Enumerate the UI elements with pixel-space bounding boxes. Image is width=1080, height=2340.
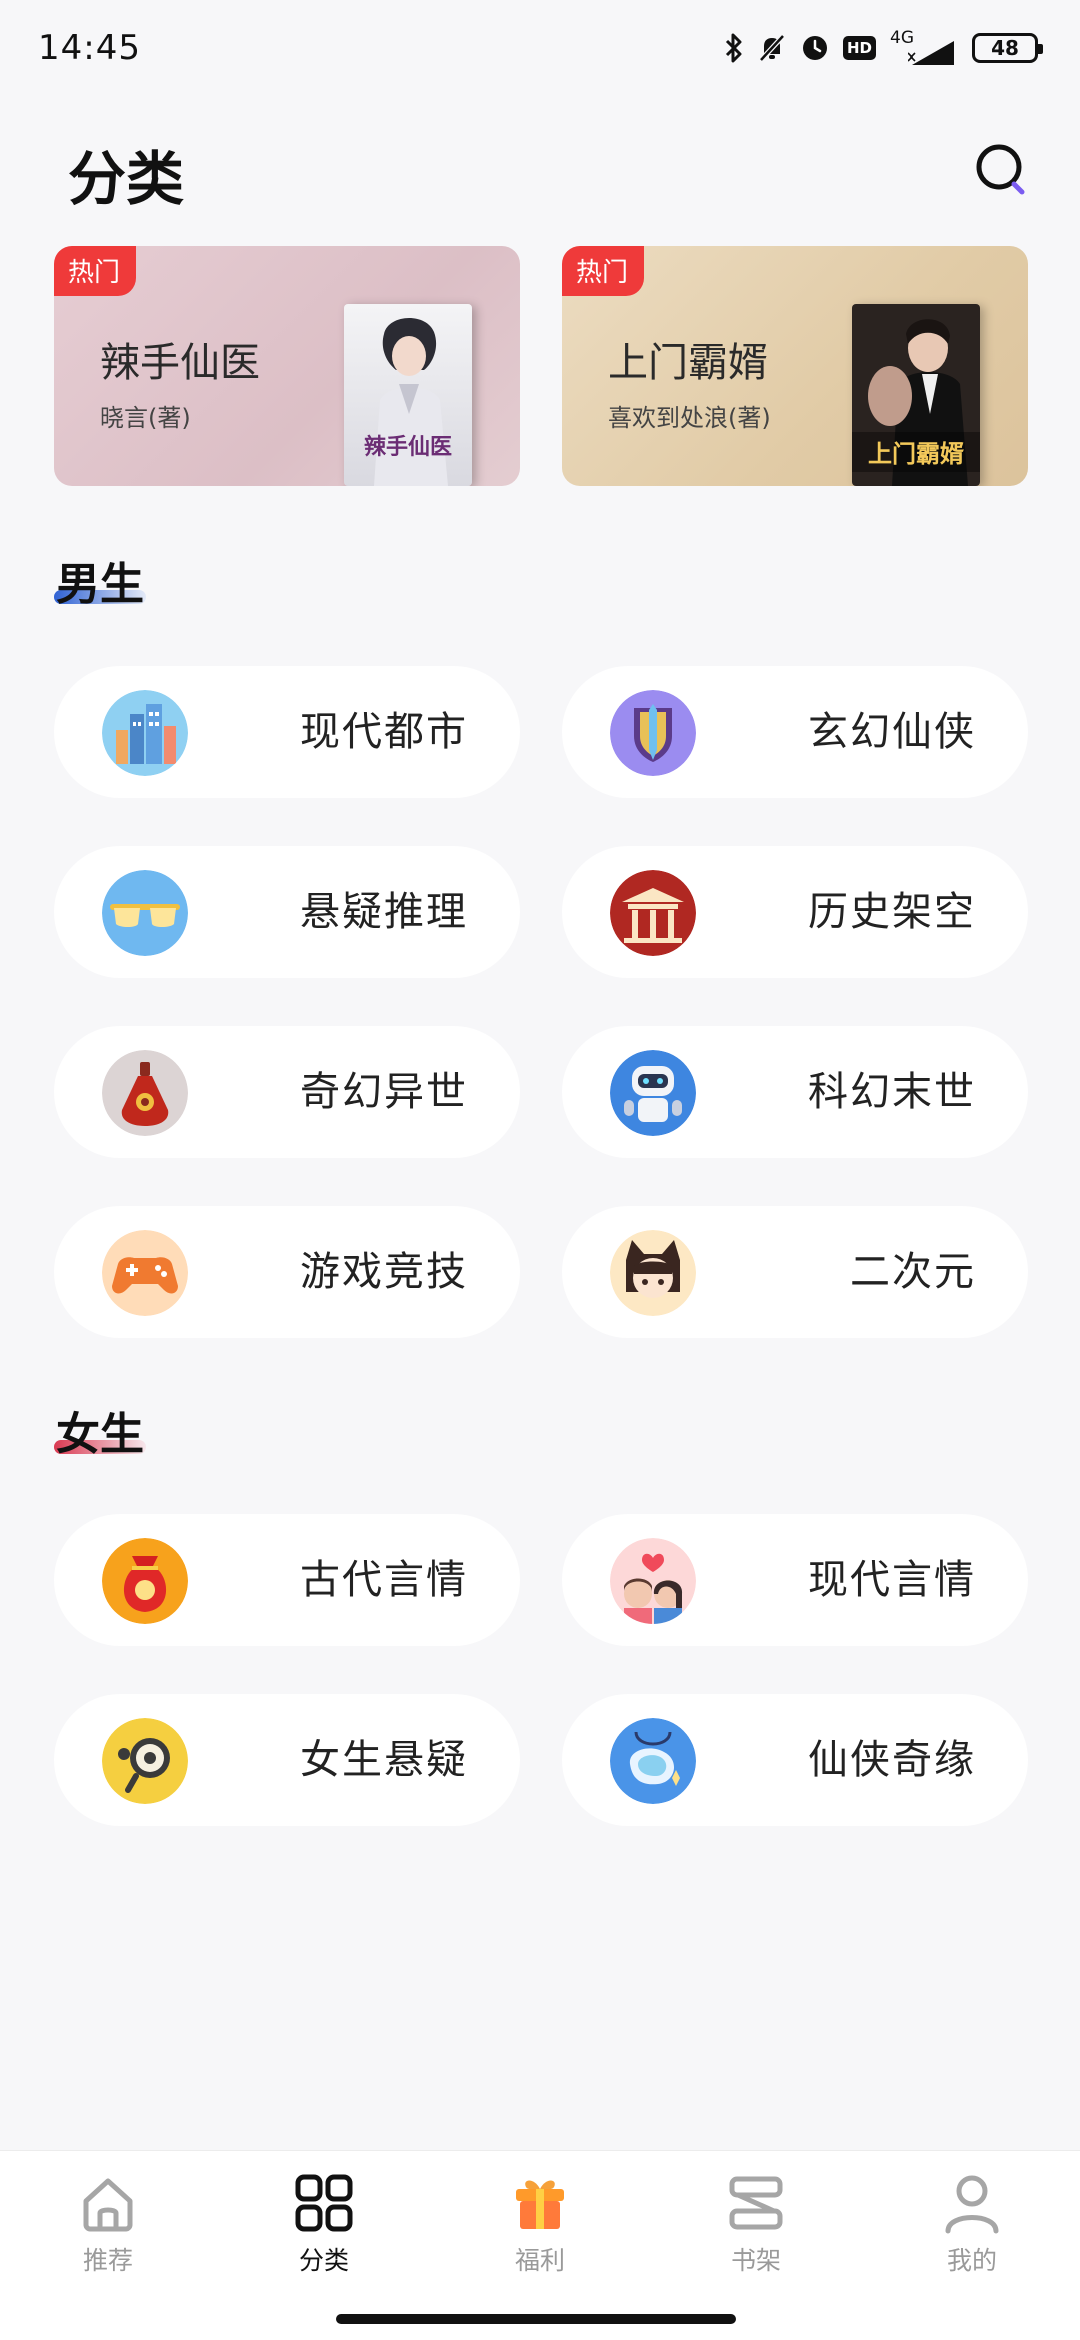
book-cover: 辣手仙医 [344,304,472,486]
bookshelf-icon [729,2176,783,2230]
category-female-mystery[interactable]: 女生悬疑 [54,1694,520,1826]
category-label: 现代都市 [300,709,468,755]
nav-label: 分类 [298,2246,349,2275]
category-label: 二次元 [850,1249,976,1295]
category-label: 古代言情 [300,1557,468,1603]
gamepad-icon [102,1230,188,1316]
nav-label: 福利 [514,2246,565,2275]
battery-indicator: 48 [972,33,1043,63]
home-indicator[interactable] [336,2314,736,2324]
cover-title: 上门霸婿 [868,439,964,468]
signal-indicator: 4G [890,29,958,67]
city-icon [102,690,188,776]
banner-book-author: 喜欢到处浪(著) [608,404,771,432]
category-gaming[interactable]: 游戏竞技 [54,1206,520,1338]
category-anime[interactable]: 二次元 [562,1206,1028,1338]
category-fantasy[interactable]: 奇幻异世 [54,1026,520,1158]
section-title-female: 女生 [56,1409,144,1460]
category-label: 游戏竞技 [300,1249,468,1295]
search-icon[interactable] [972,140,1032,200]
lucky-bag-icon [102,1538,188,1624]
page-title: 分类 [68,145,185,213]
banner-book-title: 上门霸婿 [608,340,768,386]
category-label: 历史架空 [808,889,976,935]
hot-banner-2[interactable]: 热门 上门霸婿 喜欢到处浪(著) 上门霸婿 [562,246,1028,486]
category-modern-city[interactable]: 现代都市 [54,666,520,798]
category-modern-romance[interactable]: 现代言情 [562,1514,1028,1646]
category-mystery[interactable]: 悬疑推理 [54,846,520,978]
hd-badge: HD [842,36,876,60]
anime-girl-icon [610,1230,696,1316]
signal-icon [908,40,954,65]
banner-book-title: 辣手仙医 [100,340,260,386]
robot-icon [610,1050,696,1136]
user-icon [945,2175,999,2234]
nav-tab-welfare[interactable]: 福利 [450,2171,630,2291]
mute-bell-icon [759,34,785,62]
nav-tab-mine[interactable]: 我的 [882,2171,1062,2291]
bluetooth-icon [725,33,742,63]
grid-icon [295,2174,353,2232]
category-label: 科幻末世 [808,1069,976,1115]
alarm-icon [802,36,827,60]
hot-banner-1[interactable]: 热门 辣手仙医 晓言(著) 辣手仙医 [54,246,520,486]
hot-tag: 热门 [54,246,137,296]
nav-label: 推荐 [82,2246,133,2275]
nav-label: 书架 [730,2246,781,2275]
category-xianxia-romance[interactable]: 仙侠奇缘 [562,1694,1028,1826]
home-icon [83,2178,133,2232]
nav-tab-bookshelf[interactable]: 书架 [666,2171,846,2291]
jade-pendant-icon [610,1718,696,1804]
palace-icon [610,870,696,956]
nav-tab-recommend[interactable]: 推荐 [18,2171,198,2291]
nav-label: 我的 [946,2246,997,2275]
potion-icon [102,1050,188,1136]
magnifier-face-icon [102,1718,188,1804]
status-time: 14:45 [38,28,141,68]
hot-tag: 热门 [562,246,645,296]
section-title-male: 男生 [56,559,144,610]
bottom-nav: 推荐 分类 福利 书架 我的 [0,2150,1080,2340]
gift-icon [516,2180,564,2229]
category-label: 女生悬疑 [300,1737,468,1783]
category-label: 悬疑推理 [300,889,468,935]
category-ancient-romance[interactable]: 古代言情 [54,1514,520,1646]
nav-tab-category[interactable]: 分类 [234,2171,414,2291]
couple-icon [610,1538,696,1624]
category-history[interactable]: 历史架空 [562,846,1028,978]
category-xuanhuan[interactable]: 玄幻仙侠 [562,666,1028,798]
status-icons: HD 4G 48 [725,29,1043,67]
sunglasses-icon [102,870,188,956]
battery-level: 48 [991,36,1019,60]
sword-shield-icon [610,690,696,776]
banner-book-author: 晓言(著) [100,404,191,432]
category-label: 玄幻仙侠 [808,709,976,755]
book-cover: 上门霸婿 [852,304,980,486]
category-label: 仙侠奇缘 [808,1737,976,1783]
category-label: 现代言情 [808,1557,976,1603]
category-label: 奇幻异世 [300,1069,468,1115]
category-scifi[interactable]: 科幻末世 [562,1026,1028,1158]
cover-title: 辣手仙医 [364,434,452,460]
status-bar: 14:45 HD 4G 48 [0,0,1080,96]
